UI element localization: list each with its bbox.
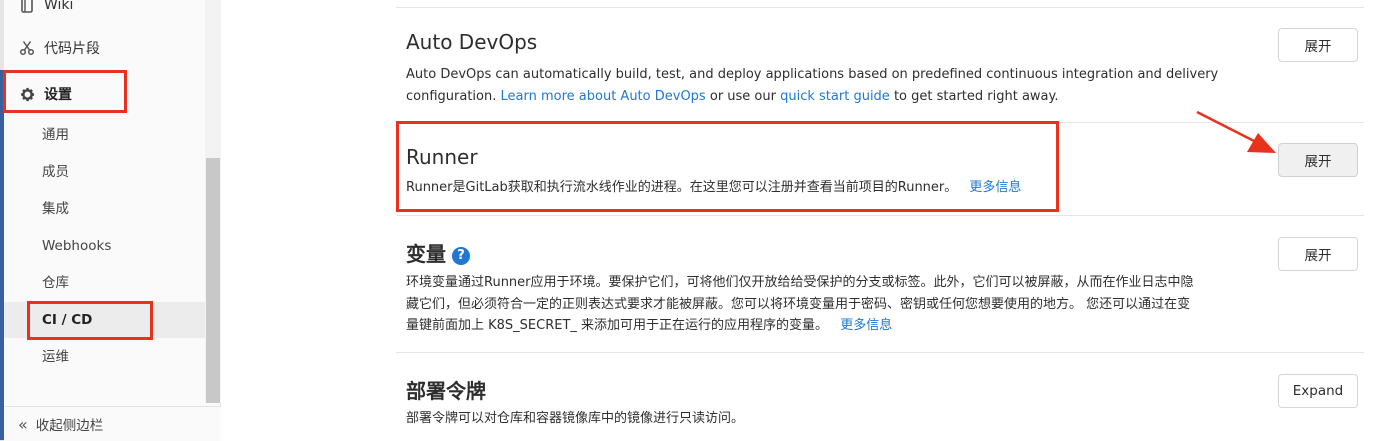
annotation-arrow xyxy=(1196,110,1276,153)
